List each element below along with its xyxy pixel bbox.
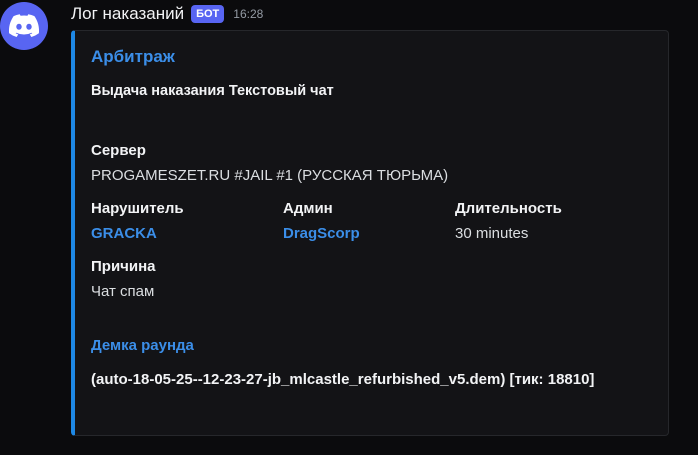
field-server: Сервер PROGAMESZET.RU #JAIL #1 (РУССКАЯ … [91,141,448,186]
message-timestamp[interactable]: 16:28 [233,7,263,21]
embed-title: Выдача наказания Текстовый чат [91,83,334,99]
field-duration: Длительность 30 minutes [455,199,562,244]
field-server-value: PROGAMESZET.RU #JAIL #1 (РУССКАЯ ТЮРЬМА) [91,167,449,184]
field-server-name: Сервер [91,142,146,159]
offender-link[interactable]: GRACKA [91,224,184,244]
embed-author: Арбитраж [91,47,175,66]
username[interactable]: Лог наказаний [71,4,184,24]
admin-link[interactable]: DragScorp [283,224,360,244]
field-reason-value: Чат спам [91,283,155,300]
field-admin: Админ DragScorp [283,199,360,244]
field-admin-name: Админ [283,200,333,217]
field-duration-name: Длительность [455,200,562,217]
discord-logo-icon [9,14,39,37]
demo-link[interactable]: Демка раунда [91,337,194,354]
field-reason: Причина Чат спам [91,257,156,302]
demo-file-name: (auto-18-05-25--12-23-27-jb_mlcastle_ref… [91,371,595,388]
message-header: Лог наказаний БОТ 16:28 [71,2,263,26]
field-duration-value: 30 minutes [455,225,529,242]
embed: Арбитраж Выдача наказания Текстовый чат … [71,30,669,436]
field-offender-name: Нарушитель [91,200,184,217]
bot-tag: БОТ [191,5,225,23]
field-offender: Нарушитель GRACKA [91,199,184,244]
chat-message: Лог наказаний БОТ 16:28 Арбитраж Выдача … [0,0,698,455]
field-reason-name: Причина [91,258,156,275]
bot-avatar[interactable] [0,2,48,50]
